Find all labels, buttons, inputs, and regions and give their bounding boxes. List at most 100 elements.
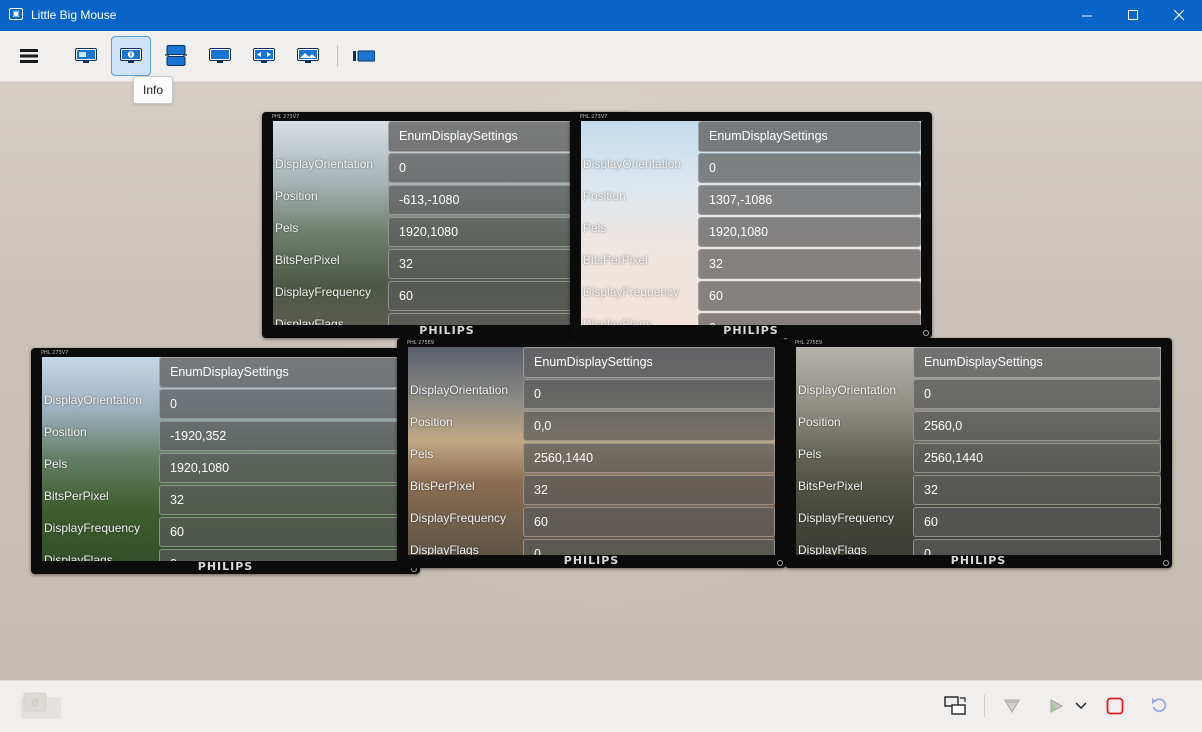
svg-text:0: 0 bbox=[32, 697, 39, 710]
property-value-field[interactable]: 32 bbox=[698, 249, 921, 279]
property-row: Pels 1920,1080 bbox=[581, 217, 921, 249]
title-bar[interactable]: ▣ Little Big Mouse bbox=[0, 0, 1202, 31]
property-table-header: EnumDisplaySettings bbox=[913, 347, 1161, 378]
property-value-field[interactable]: 0 bbox=[698, 153, 921, 183]
monitor-screen: EnumDisplaySettings DisplayOrientation 0 Po… bbox=[273, 121, 621, 325]
monitor-model-label: PHL 273V7 bbox=[272, 114, 300, 120]
property-value-field[interactable]: 60 bbox=[913, 507, 1161, 537]
size-button[interactable] bbox=[244, 36, 284, 76]
property-table-header: EnumDisplaySettings bbox=[523, 347, 775, 378]
property-value-field[interactable]: 0 bbox=[913, 539, 1161, 555]
property-row: BitsPerPixel 32 bbox=[408, 475, 775, 507]
power-icon bbox=[777, 560, 783, 566]
property-label: Pels bbox=[410, 447, 434, 461]
property-value-field[interactable]: 60 bbox=[159, 517, 409, 547]
undo-button[interactable] bbox=[1146, 693, 1172, 719]
property-label: Pels bbox=[583, 221, 607, 235]
monitor-screen: EnumDisplaySettings DisplayOrientation 0 Po… bbox=[42, 357, 409, 561]
property-row: DisplayOrientation 0 bbox=[796, 379, 1161, 411]
chevron-down-icon bbox=[1075, 702, 1087, 710]
stop-icon bbox=[1106, 697, 1124, 715]
property-row: Position -613,-1080 bbox=[273, 185, 621, 217]
property-row: Pels 1920,1080 bbox=[273, 217, 621, 249]
property-label: Position bbox=[583, 189, 626, 203]
monitor-display-icon bbox=[209, 48, 231, 63]
property-value-field[interactable]: 1920,1080 bbox=[159, 453, 409, 483]
property-row: DisplayFrequency 60 bbox=[408, 507, 775, 539]
property-value-field[interactable]: 32 bbox=[523, 475, 775, 505]
property-value-field[interactable]: 32 bbox=[913, 475, 1161, 505]
monitor-layout-canvas[interactable]: PHL 273V7 EnumDisplaySettings DisplayOrien… bbox=[0, 82, 1202, 680]
property-row: DisplayOrientation 0 bbox=[581, 153, 921, 185]
monitor-4[interactable]: PHL 275E9 EnumDisplaySettings DisplayOrien… bbox=[397, 338, 786, 568]
property-value-field[interactable]: 60 bbox=[523, 507, 775, 537]
property-row: DisplayFrequency 60 bbox=[581, 281, 921, 313]
monitor-screen: EnumDisplaySettings DisplayOrientation 0 Po… bbox=[408, 347, 775, 555]
monitor-copy-icon bbox=[944, 696, 966, 715]
property-label: Position bbox=[275, 189, 318, 203]
property-label: Pels bbox=[44, 457, 68, 471]
property-row: DisplayOrientation 0 bbox=[408, 379, 775, 411]
info-tooltip: Info bbox=[133, 76, 173, 104]
property-label: DisplayOrientation bbox=[583, 157, 682, 171]
close-button[interactable] bbox=[1156, 0, 1202, 31]
display-button[interactable] bbox=[200, 36, 240, 76]
property-value-field[interactable]: -1920,352 bbox=[159, 421, 409, 451]
hamburger-menu-icon bbox=[20, 49, 38, 63]
power-icon bbox=[1163, 560, 1169, 566]
property-value-field[interactable]: 2560,1440 bbox=[913, 443, 1161, 473]
property-label: DisplayFrequency bbox=[44, 521, 141, 535]
filter-button[interactable] bbox=[999, 693, 1025, 719]
menu-button[interactable] bbox=[9, 36, 49, 76]
monitor-size-icon bbox=[253, 48, 275, 63]
property-row: DisplayFrequency 60 bbox=[273, 281, 621, 313]
property-row: Pels 2560,1440 bbox=[408, 443, 775, 475]
property-value-field[interactable]: 0 bbox=[523, 539, 775, 555]
stop-button[interactable] bbox=[1102, 693, 1128, 719]
property-value-field[interactable]: 0 bbox=[159, 389, 409, 419]
monitor-copy-button[interactable] bbox=[942, 693, 968, 719]
undo-icon bbox=[1152, 698, 1167, 713]
property-value-field[interactable]: 1920,1080 bbox=[698, 217, 921, 247]
property-value-field[interactable]: 2560,1440 bbox=[523, 443, 775, 473]
property-row: Position 0,0 bbox=[408, 411, 775, 443]
monitor-model-label: PHL 275E9 bbox=[795, 340, 823, 346]
start-button[interactable] bbox=[1043, 693, 1069, 719]
property-value-field[interactable]: 0 bbox=[523, 379, 775, 409]
vcp-button[interactable] bbox=[156, 36, 196, 76]
list-view-button[interactable] bbox=[344, 36, 384, 76]
status-separator bbox=[984, 695, 985, 717]
app-icon: ▣ bbox=[9, 8, 23, 20]
monitor-5[interactable]: PHL 275E9 EnumDisplaySettings DisplayOrien… bbox=[785, 338, 1172, 568]
minimize-button[interactable] bbox=[1064, 0, 1110, 31]
toolbar-separator bbox=[337, 45, 338, 67]
property-value-field[interactable]: 0,0 bbox=[523, 411, 775, 441]
property-label: BitsPerPixel bbox=[275, 253, 340, 267]
property-value-field[interactable]: 60 bbox=[698, 281, 921, 311]
property-row: BitsPerPixel 32 bbox=[796, 475, 1161, 507]
property-value-field[interactable]: 0 bbox=[913, 379, 1161, 409]
property-row: Position -1920,352 bbox=[42, 421, 409, 453]
property-label: DisplayFrequency bbox=[410, 511, 507, 525]
monitor-2[interactable]: PHL 273V7 EnumDisplaySettings DisplayOrien… bbox=[570, 112, 932, 338]
property-label: DisplayFrequency bbox=[798, 511, 895, 525]
property-row: BitsPerPixel 32 bbox=[42, 485, 409, 517]
property-value-field[interactable]: 1307,-1086 bbox=[698, 185, 921, 215]
monitor-location-icon bbox=[75, 48, 97, 63]
property-value-field[interactable]: 32 bbox=[159, 485, 409, 515]
wallpaper-button[interactable] bbox=[288, 36, 328, 76]
property-label: Pels bbox=[798, 447, 822, 461]
property-label: DisplayOrientation bbox=[44, 393, 143, 407]
start-options-button[interactable] bbox=[1068, 693, 1094, 719]
property-value-field[interactable]: 2560,0 bbox=[913, 411, 1161, 441]
property-row: DisplayOrientation 0 bbox=[42, 389, 409, 421]
monitor-3[interactable]: PHL 273V7 EnumDisplaySettings DisplayOrien… bbox=[31, 348, 420, 574]
property-table-header: EnumDisplaySettings bbox=[159, 357, 409, 388]
location-button[interactable] bbox=[66, 36, 106, 76]
info-button[interactable] bbox=[111, 36, 151, 76]
property-row: Pels 1920,1080 bbox=[42, 453, 409, 485]
monitor-info-icon bbox=[120, 48, 142, 63]
property-table: EnumDisplaySettings DisplayOrientation 0 Po… bbox=[796, 347, 1161, 555]
property-table-header: EnumDisplaySettings bbox=[698, 121, 921, 152]
maximize-button[interactable] bbox=[1110, 0, 1156, 31]
